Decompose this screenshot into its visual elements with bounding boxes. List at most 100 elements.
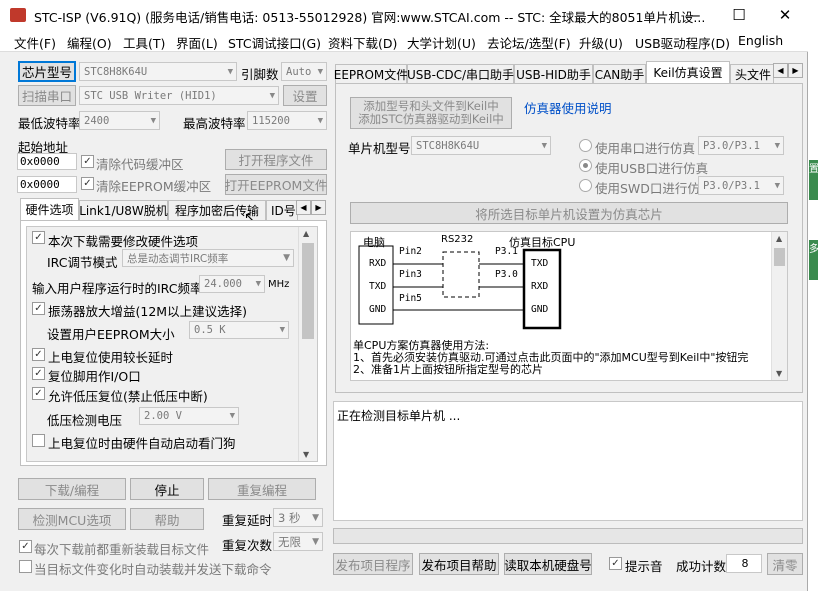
serial-sim-radio[interactable] xyxy=(579,139,592,152)
maximize-button[interactable]: ☐ xyxy=(716,0,762,30)
port-select[interactable]: STC USB Writer (HID1) ▼ xyxy=(79,86,279,105)
scroll-up-icon[interactable]: ▲ xyxy=(303,229,309,238)
port-settings-button[interactable]: 设置 xyxy=(283,85,327,106)
chevron-down-icon: ▼ xyxy=(317,66,323,77)
menu-interface[interactable]: 界面(L) xyxy=(176,33,218,52)
menu-english[interactable]: English xyxy=(738,33,783,48)
auto-load-on-change-checkbox[interactable] xyxy=(19,560,32,573)
modify-hw-options-checkbox[interactable]: ✓ xyxy=(32,231,45,244)
reset-pin-io-label: 复位脚用作I/O口 xyxy=(48,369,141,384)
close-button[interactable]: ✕ xyxy=(762,0,808,30)
tab-scroll-right-icon[interactable]: ▶ xyxy=(311,200,326,215)
diagram-scrollbar[interactable]: ▲ ▼ xyxy=(771,232,787,380)
chip-model-select[interactable]: STC8H8K64U ▼ xyxy=(79,62,237,81)
publish-project-button[interactable]: 发布项目程序 xyxy=(333,553,413,575)
tab-header-file[interactable]: 头文件 xyxy=(730,64,774,83)
chip-model-button[interactable]: 芯片型号 xyxy=(18,61,76,82)
reload-before-download-checkbox[interactable]: ✓ xyxy=(19,540,32,553)
swd-sim-pin-select[interactable]: P3.0/P3.1 ▼ xyxy=(698,176,784,195)
long-reset-delay-checkbox[interactable]: ✓ xyxy=(32,348,45,361)
repeat-count-select[interactable]: 无限 ▼ xyxy=(273,532,323,551)
diagram-pin5: Pin5 xyxy=(399,293,422,304)
log-output[interactable]: 正在检测目标单片机 ... xyxy=(333,401,803,521)
open-eeprom-file-button[interactable]: 打开EEPROM文件 xyxy=(225,174,327,195)
reset-pin-io-checkbox[interactable]: ✓ xyxy=(32,367,45,380)
publish-help-button[interactable]: 发布项目帮助 xyxy=(419,553,499,575)
minimize-button[interactable]: — xyxy=(670,0,716,30)
detect-mcu-options-button[interactable]: 检测MCU选项 xyxy=(18,508,126,530)
reload-before-download-label: 每次下载前都重新装载目标文件 xyxy=(34,542,210,557)
low-voltage-reset-checkbox[interactable]: ✓ xyxy=(32,387,45,400)
tab-hardware-options[interactable]: 硬件选项 xyxy=(20,198,79,220)
code-start-address-input[interactable]: 0x0000 xyxy=(17,153,77,170)
menu-debug[interactable]: STC调试接口(G) xyxy=(228,33,321,52)
usb-sim-radio[interactable] xyxy=(579,159,592,172)
eeprom-start-address-input[interactable]: 0x0000 xyxy=(17,176,77,193)
repeat-delay-select[interactable]: 3 秒 ▼ xyxy=(273,508,323,527)
pin-count-value: Auto xyxy=(286,65,312,78)
tab-keil-simulation[interactable]: Keil仿真设置 xyxy=(646,61,730,83)
tab-scroll-left-icon[interactable]: ◀ xyxy=(296,200,311,215)
tab-link1-offline[interactable]: Link1/U8W脱机 xyxy=(79,200,168,220)
clear-eeprom-checkbox[interactable]: ✓ xyxy=(81,177,94,190)
scroll-thumb[interactable] xyxy=(302,243,314,339)
menu-university[interactable]: 大学计划(U) xyxy=(407,33,476,52)
eeprom-size-select[interactable]: 0.5 K ▼ xyxy=(189,321,289,339)
stop-button[interactable]: 停止 xyxy=(130,478,204,500)
mcu-model-value: STC8H8K64U xyxy=(416,139,480,152)
serial-sim-pin-select[interactable]: P3.0/P3.1 ▼ xyxy=(698,136,784,155)
menu-forum[interactable]: 去论坛/选型(F) xyxy=(487,33,571,52)
pin-count-label: 引脚数 xyxy=(241,67,279,82)
right-tab-scroll-right-icon[interactable]: ▶ xyxy=(788,63,803,78)
tab-usb-hid[interactable]: USB-HID助手 xyxy=(514,64,593,83)
open-program-file-button[interactable]: 打开程序文件 xyxy=(225,149,327,170)
tab-can[interactable]: CAN助手 xyxy=(593,64,646,83)
auto-watchdog-checkbox[interactable] xyxy=(32,434,45,447)
menu-tools[interactable]: 工具(T) xyxy=(123,33,165,52)
repeat-program-button[interactable]: 重复编程 xyxy=(208,478,316,500)
read-disk-id-button[interactable]: 读取本机硬盘号 xyxy=(504,553,592,575)
scroll-down-icon[interactable]: ▼ xyxy=(776,369,782,378)
sound-prompt-checkbox[interactable]: ✓ xyxy=(609,557,622,570)
right-tab-scroll-left-icon[interactable]: ◀ xyxy=(773,63,788,78)
chevron-down-icon: ▼ xyxy=(283,253,290,263)
osc-gain-checkbox[interactable]: ✓ xyxy=(32,302,45,315)
max-baud-select[interactable]: 115200 ▼ xyxy=(247,111,327,130)
min-baud-select[interactable]: 2400 ▼ xyxy=(79,111,160,130)
lvd-voltage-select[interactable]: 2.00 V ▼ xyxy=(139,407,239,425)
tab-eeprom-file[interactable]: EEPROM文件 xyxy=(334,64,408,83)
menu-program[interactable]: 编程(O) xyxy=(67,33,112,52)
menu-download[interactable]: 资料下载(D) xyxy=(328,33,397,52)
irc-freq-select[interactable]: 24.000 ▼ xyxy=(199,275,265,293)
success-count-label: 成功计数 xyxy=(676,559,727,574)
tab-usb-cdc-serial[interactable]: USB-CDC/串口助手 xyxy=(407,64,514,83)
chevron-down-icon: ▼ xyxy=(774,140,780,151)
irc-mode-select[interactable]: 总是动态调节IRC频率 ▼ xyxy=(122,249,294,267)
osc-gain-label: 振荡器放大增益(12M以上建议选择) xyxy=(48,304,247,319)
mcu-model-select[interactable]: STC8H8K64U ▼ xyxy=(411,136,551,155)
repeat-count-label: 重复次数 xyxy=(222,538,273,553)
repeat-delay-value: 3 秒 xyxy=(278,510,301,525)
scroll-up-icon[interactable]: ▲ xyxy=(776,234,782,243)
scan-port-button[interactable]: 扫描串口 xyxy=(18,85,76,106)
download-program-button[interactable]: 下载/编程 xyxy=(18,478,126,500)
menu-upgrade[interactable]: 升级(U) xyxy=(579,33,623,52)
swd-sim-radio[interactable] xyxy=(579,179,592,192)
simulator-help-link[interactable]: 仿真器使用说明 xyxy=(524,98,612,117)
clear-count-button[interactable]: 清零 xyxy=(767,553,803,575)
clear-code-checkbox[interactable]: ✓ xyxy=(81,155,94,168)
help-button[interactable]: 帮助 xyxy=(130,508,204,530)
hw-options-scrollbar[interactable]: ▲ ▼ xyxy=(298,227,317,461)
scroll-thumb[interactable] xyxy=(774,248,785,266)
scroll-down-icon[interactable]: ▼ xyxy=(303,450,309,459)
auto-watchdog-label: 上电复位时由硬件自动启动看门狗 xyxy=(48,436,236,451)
swd-sim-label: 使用SWD口进行仿真 xyxy=(595,181,713,196)
add-to-keil-button[interactable]: 添加型号和头文件到Keil中 添加STC仿真器驱动到Keil中 xyxy=(350,97,512,129)
menu-file[interactable]: 文件(F) xyxy=(14,33,56,52)
menu-usb-driver[interactable]: USB驱动程序(D) xyxy=(635,33,730,52)
set-as-simulation-chip-button[interactable]: 将所选目标单片机设置为仿真芯片 xyxy=(350,202,788,224)
menu-bar: 文件(F) 编程(O) 工具(T) 界面(L) STC调试接口(G) 资料下载(… xyxy=(0,30,808,52)
background-window-strip-2: 多 xyxy=(809,240,818,280)
tab-id-number[interactable]: ID号 xyxy=(266,200,298,220)
pin-count-select[interactable]: Auto ▼ xyxy=(281,62,327,81)
